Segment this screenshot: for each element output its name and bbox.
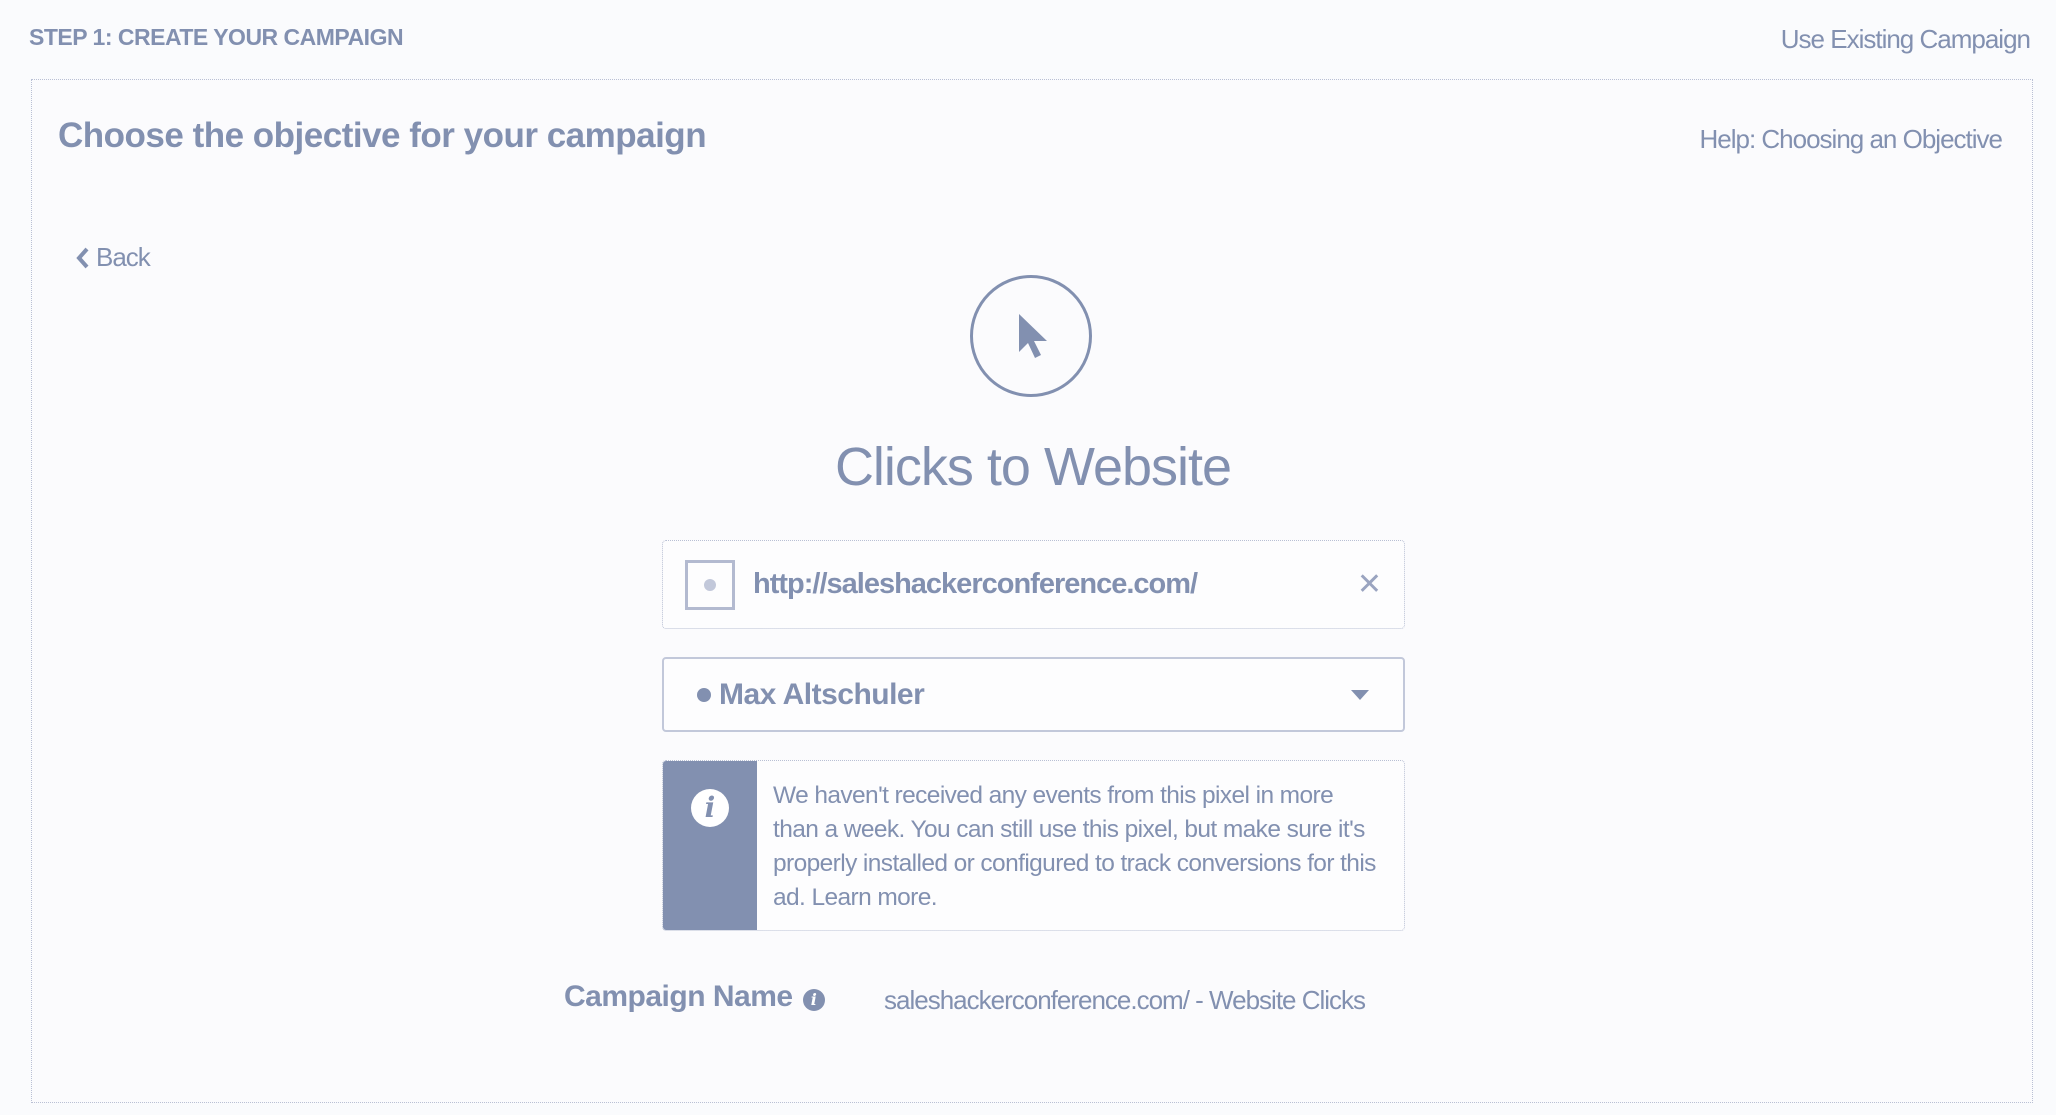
website-url-field[interactable]: http://saleshackerconference.com/ ✕ (662, 540, 1405, 629)
pixel-warning-message: i We haven't received any events from th… (662, 760, 1405, 931)
chevron-left-icon (76, 247, 89, 268)
website-url-value[interactable]: http://saleshackerconference.com/ (753, 568, 1357, 601)
campaign-name-label-text: Campaign Name (564, 980, 793, 1013)
pixel-selected-name: Max Altschuler (719, 677, 925, 711)
help-choosing-objective-link[interactable]: Help: Choosing an Objective (1699, 124, 2003, 155)
campaign-name-value[interactable]: saleshackerconference.com/ - Website Cli… (884, 985, 1366, 1016)
website-favicon-icon (685, 559, 735, 610)
back-button[interactable]: Back (76, 242, 151, 273)
pixel-warning-text: We haven't received any events from this… (773, 782, 1376, 911)
page-title: Choose the objective for your campaign (58, 116, 707, 155)
info-icon: i (691, 789, 729, 827)
info-icon[interactable]: i (802, 989, 825, 1011)
chevron-down-icon (1351, 689, 1369, 700)
pixel-status-dot (697, 687, 711, 702)
info-strip: i (663, 761, 757, 930)
pixel-dropdown[interactable]: Max Altschuler (662, 657, 1405, 732)
campaign-name-label: Campaign Name i (564, 980, 825, 1014)
clear-url-icon[interactable]: ✕ (1357, 567, 1382, 602)
use-existing-campaign-link[interactable]: Use Existing Campaign (1781, 24, 2031, 55)
cursor-arrow-icon (970, 275, 1092, 397)
step-label: STEP 1: CREATE YOUR CAMPAIGN (29, 24, 404, 50)
objective-title: Clicks to Website (834, 437, 1232, 497)
back-label: Back (96, 242, 151, 272)
